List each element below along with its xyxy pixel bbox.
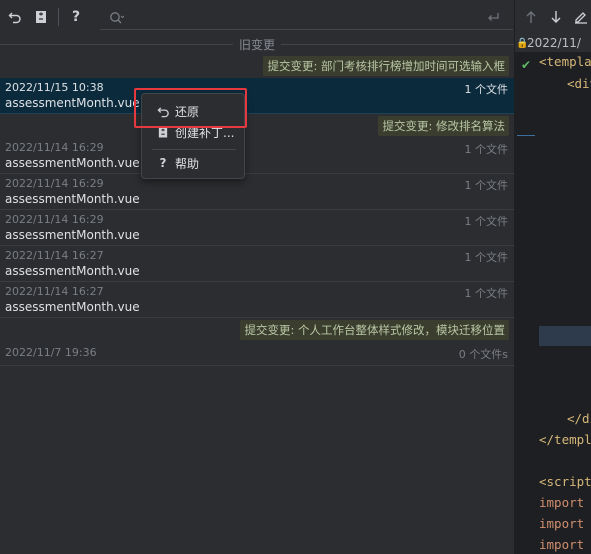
entry-date: 2022/11/14 16:29 — [5, 177, 104, 190]
menu-item-label: 创建补丁... — [175, 125, 235, 140]
lock-icon: 🔒 — [516, 37, 529, 49]
edit-icon[interactable] — [572, 7, 591, 27]
section-line — [0, 43, 233, 45]
enter-icon — [483, 8, 503, 28]
help-icon[interactable]: ? — [65, 6, 87, 28]
code-line: <div — [567, 76, 591, 91]
menu-item-label: 帮助 — [175, 156, 200, 171]
entry-file: assessmentMonth.vue — [5, 96, 140, 110]
search-box[interactable] — [100, 6, 513, 30]
section-header: 旧变更 — [0, 34, 515, 54]
menu-item-help[interactable]: ? 帮助 — [148, 152, 240, 174]
context-menu: 还原 创建补丁... ? 帮助 — [141, 93, 245, 179]
history-entry[interactable]: 2022/11/7 19:36 0 个文件s — [0, 342, 514, 366]
toolbar-separator — [58, 8, 59, 26]
entry-date: 2022/11/15 10:38 — [5, 81, 104, 94]
history-entry[interactable]: 2022/11/15 10:38 assessmentMonth.vue 1 个… — [0, 78, 514, 114]
commit-message-row: 提交变更: 部门考核排行榜增加时间可选输入框 — [0, 54, 514, 78]
menu-item-label: 还原 — [175, 104, 200, 119]
change-marker — [517, 135, 535, 136]
history-entry[interactable]: 2022/11/14 16:27 assessmentMonth.vue 1 个… — [0, 282, 514, 318]
entry-date: 2022/11/14 16:27 — [5, 285, 104, 298]
history-entry[interactable]: 2022/11/14 16:29 assessmentMonth.vue 1 个… — [0, 138, 514, 174]
changed-line-highlight — [539, 326, 591, 346]
commit-message: 提交变更: 部门考核排行榜增加时间可选输入框 — [263, 56, 509, 76]
search-input[interactable] — [128, 6, 483, 29]
code-preview: ✔ <templat <div </di </templa <script im… — [515, 52, 591, 554]
code-line: </di — [567, 411, 591, 426]
commit-message-row: 提交变更: 修改排名算法 — [0, 114, 514, 138]
entry-file: assessmentMonth.vue — [5, 264, 140, 278]
entry-date: 2022/11/14 16:29 — [5, 213, 104, 226]
commit-message: 提交变更: 个人工作台整体样式修改，模块迁移位置 — [240, 320, 509, 340]
local-history-panel: ? 旧变更 提交变更: 部门考核排行榜增加时间可选输入框 2022/11/15 … — [0, 0, 515, 554]
entry-file: assessmentMonth.vue — [5, 156, 140, 170]
entry-file: assessmentMonth.vue — [5, 192, 140, 206]
commit-message-row: 提交变更: 个人工作台整体样式修改，模块迁移位置 — [0, 318, 514, 342]
entry-file: assessmentMonth.vue — [5, 228, 140, 242]
arrow-down-icon[interactable] — [546, 7, 565, 27]
code-line: <templat — [539, 54, 591, 69]
file-path-text: 2022/11/ — [527, 36, 581, 50]
code-line: import — [539, 516, 585, 531]
diff-toolbar — [515, 0, 591, 34]
commit-message: 提交变更: 修改排名算法 — [378, 116, 509, 136]
revert-icon[interactable] — [4, 6, 26, 28]
entry-count: 1 个文件 — [464, 215, 509, 228]
code-line: import — [539, 537, 585, 552]
section-line — [281, 43, 515, 45]
check-icon: ✔ — [521, 58, 532, 72]
search-icon[interactable] — [106, 7, 128, 29]
create-patch-icon — [156, 126, 170, 139]
entry-date: 2022/11/7 19:36 — [5, 346, 97, 359]
entry-count: 1 个文件 — [464, 179, 509, 192]
entry-count: 1 个文件 — [464, 83, 509, 96]
entry-count: 1 个文件 — [464, 251, 509, 264]
entry-count: 0 个文件s — [458, 348, 508, 361]
history-list: 提交变更: 部门考核排行榜增加时间可选输入框 2022/11/15 10:38 … — [0, 54, 514, 366]
revert-icon — [156, 105, 170, 118]
create-patch-icon[interactable] — [30, 6, 52, 28]
section-label: 旧变更 — [239, 37, 276, 52]
diff-preview-panel: 🔒 2022/11/ ✔ <templat <div </di </templa… — [515, 0, 591, 554]
history-entry[interactable]: 2022/11/14 16:27 assessmentMonth.vue 1 个… — [0, 246, 514, 282]
history-entry[interactable]: 2022/11/14 16:29 assessmentMonth.vue 1 个… — [0, 210, 514, 246]
menu-item-create-patch[interactable]: 创建补丁... — [148, 121, 240, 143]
menu-item-revert[interactable]: 还原 — [148, 100, 240, 122]
entry-count: 1 个文件 — [464, 143, 509, 156]
code-line: </templa — [539, 432, 591, 447]
entry-count: 1 个文件 — [464, 287, 509, 300]
entry-date: 2022/11/14 16:29 — [5, 141, 104, 154]
code-line: import c — [539, 495, 591, 510]
entry-file: assessmentMonth.vue — [5, 300, 140, 314]
menu-separator — [152, 149, 236, 150]
code-line: <script — [539, 474, 591, 489]
history-entry[interactable]: 2022/11/14 16:29 assessmentMonth.vue 1 个… — [0, 174, 514, 210]
arrow-up-icon[interactable] — [521, 7, 540, 27]
help-icon: ? — [159, 156, 167, 170]
entry-date: 2022/11/14 16:27 — [5, 249, 104, 262]
file-path: 🔒 2022/11/ — [515, 34, 591, 52]
